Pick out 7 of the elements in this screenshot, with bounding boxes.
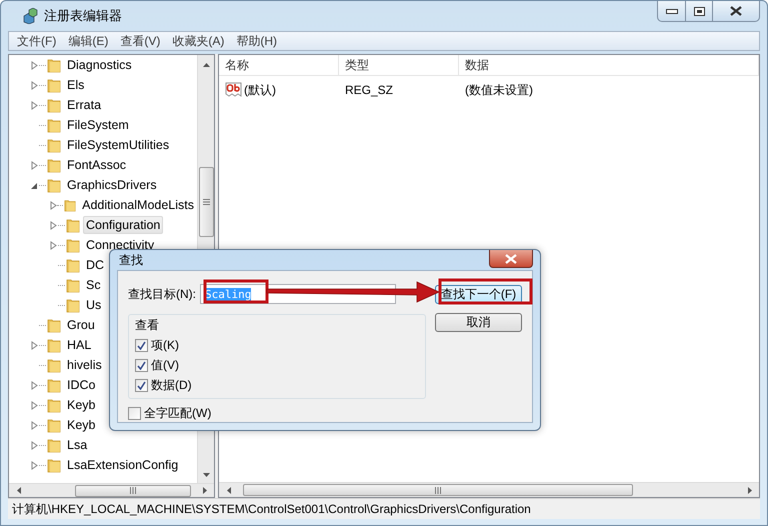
value-type-cell-text: REG_SZ: [344, 83, 394, 97]
find-target-label: 查找目标(N):: [128, 286, 196, 302]
value-data-cell-text: (数值未设置): [464, 82, 534, 98]
group-title: 查看: [135, 317, 160, 334]
status-bar: 计算机\HKEY_LOCAL_MACHINE\SYSTEM\ControlSet001\Control\GraphicsDrivers\Configuration: [8, 498, 760, 519]
window-title: 注册表编辑器: [44, 7, 122, 25]
dialog-title: 查找: [119, 252, 143, 268]
